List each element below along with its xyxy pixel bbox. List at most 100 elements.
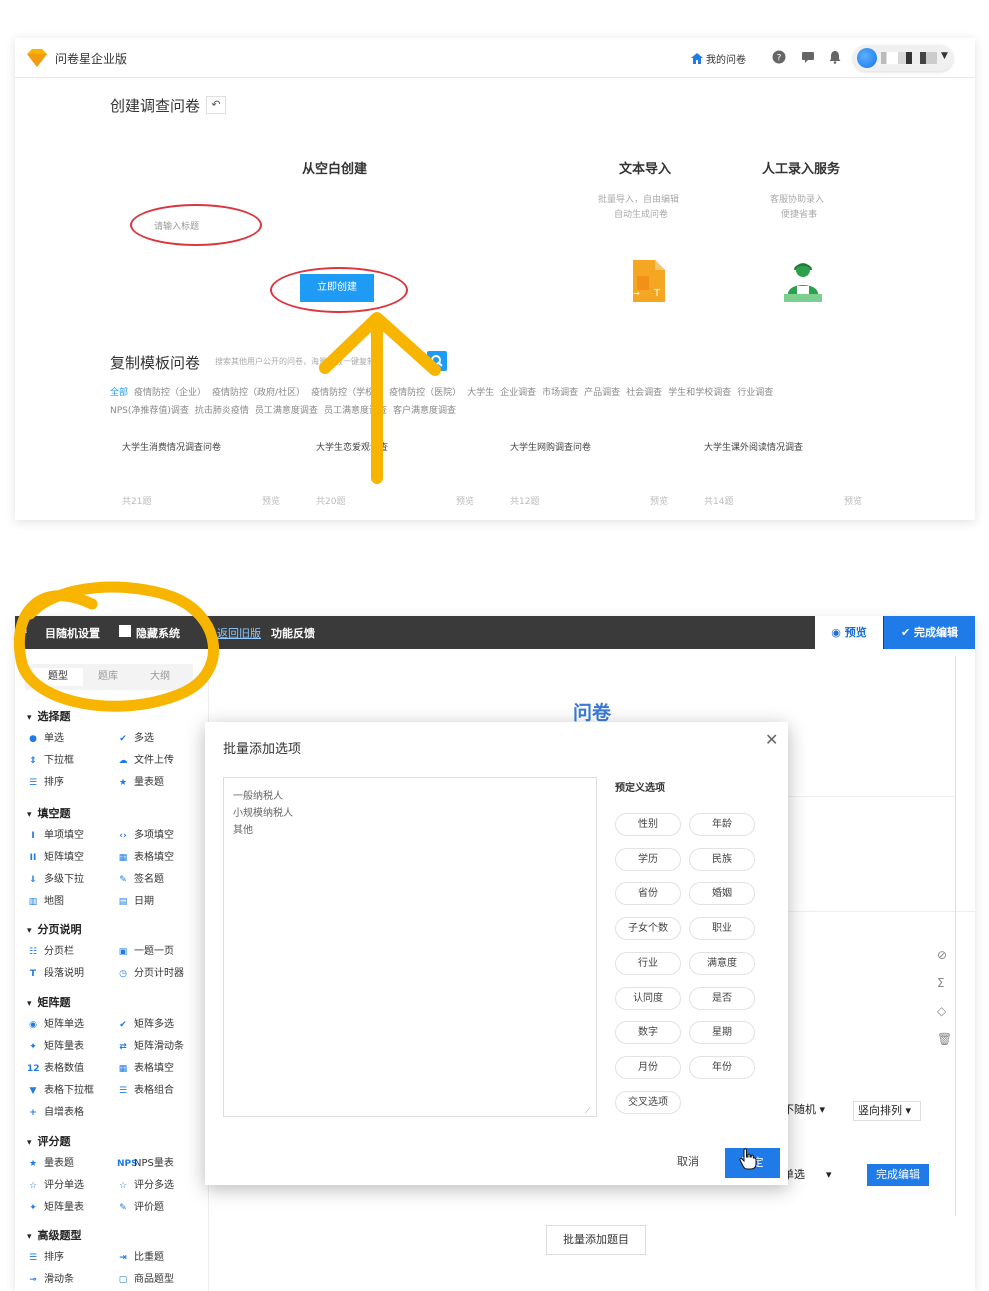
section-heading[interactable]: 高级题型 bbox=[27, 1227, 82, 1243]
category-5[interactable]: 大学生 bbox=[467, 388, 494, 398]
question-type-item[interactable]: ▣ 一题一页 bbox=[117, 942, 174, 957]
resize-grip-icon[interactable]: ⟋ bbox=[585, 1106, 593, 1115]
question-type-item[interactable]: ⇓ 多级下拉 bbox=[27, 870, 84, 885]
create-now-button[interactable]: 立即创建 bbox=[300, 274, 374, 302]
category-10[interactable]: 学生和学校调查 bbox=[668, 388, 731, 398]
question-type-item[interactable]: ⊸ 滑动条 bbox=[27, 1270, 74, 1285]
title-input[interactable]: 请输入标题 bbox=[130, 204, 262, 246]
predefined-option-chip[interactable]: 职业 bbox=[689, 917, 755, 941]
trash-icon[interactable]: 🗑 bbox=[937, 1032, 952, 1046]
question-type-item[interactable]: ★ 量表题 bbox=[117, 773, 164, 788]
category-0[interactable]: 全部 bbox=[110, 388, 128, 398]
question-type-item[interactable]: ▢ 商品题型 bbox=[117, 1270, 174, 1285]
section-heading[interactable]: 分页说明 bbox=[27, 921, 82, 937]
options-textarea[interactable]: 一般纳税人 小规模纳税人 其他 bbox=[223, 777, 597, 1117]
brand-diamond-icon[interactable] bbox=[27, 49, 47, 67]
batch-add-questions-button[interactable]: 批量添加题目 bbox=[546, 1225, 646, 1255]
brand-name[interactable]: 问卷星企业版 bbox=[55, 50, 127, 67]
bell-icon[interactable] bbox=[828, 50, 842, 64]
tag-icon[interactable]: ◇ bbox=[937, 1004, 951, 1018]
section-heading[interactable]: 填空题 bbox=[27, 805, 71, 821]
question-type-item[interactable]: ▥ 地图 bbox=[27, 892, 64, 907]
question-type-item[interactable]: ☰ 表格组合 bbox=[117, 1081, 174, 1096]
question-type-item[interactable]: ◷ 分页计时器 bbox=[117, 964, 184, 979]
category-0[interactable]: NPS(净推荐值)调查 bbox=[110, 406, 189, 416]
template-card[interactable]: 大学生网购调查问卷 共12题 预览 bbox=[498, 436, 678, 508]
question-type-item[interactable]: ⇄ 矩阵滑动条 bbox=[117, 1037, 184, 1052]
manual-entry-title[interactable]: 人工录入服务 bbox=[762, 158, 840, 177]
question-type-item[interactable]: ▼ 表格下拉框 bbox=[27, 1081, 94, 1096]
question-type-item[interactable]: ▦ 表格填空 bbox=[117, 848, 174, 863]
arrange-select[interactable]: 竖向排列 ▾ bbox=[853, 1101, 921, 1121]
template-card[interactable]: 大学生消费情况调查问卷 共21题 预览 bbox=[110, 436, 290, 508]
predefined-option-chip[interactable]: 认同度 bbox=[615, 986, 681, 1010]
category-1[interactable]: 疫情防控（企业） bbox=[134, 388, 206, 398]
help-icon[interactable]: ? bbox=[772, 50, 786, 64]
question-type-item[interactable]: 12 表格数值 bbox=[27, 1059, 84, 1074]
customer-service-icon[interactable] bbox=[782, 260, 824, 304]
question-type-item[interactable]: ✔ 多选 bbox=[117, 729, 154, 744]
document-import-icon[interactable]: T → bbox=[629, 260, 667, 304]
question-type-item[interactable]: ☁ 文件上传 bbox=[117, 751, 175, 766]
predefined-option-chip[interactable]: 子女个数 bbox=[615, 917, 681, 941]
question-type-item[interactable]: ☆ 评分多选 bbox=[117, 1176, 174, 1191]
my-survey-link[interactable]: 我的问卷 bbox=[691, 51, 746, 66]
template-card[interactable]: 大学生课外阅读情况调查 共14题 预览 bbox=[692, 436, 872, 508]
question-type-item[interactable]: ✦ 矩阵量表 bbox=[27, 1198, 84, 1213]
question-type-item[interactable]: II 矩阵填空 bbox=[27, 848, 84, 863]
question-type-item[interactable]: ✎ 评价题 bbox=[117, 1198, 164, 1213]
predefined-option-chip[interactable]: 年份 bbox=[689, 1055, 755, 1079]
section-heading[interactable]: 评分题 bbox=[27, 1133, 71, 1149]
question-type-item[interactable]: I 单项填空 bbox=[27, 826, 84, 841]
category-11[interactable]: 行业调查 bbox=[737, 388, 773, 398]
predefined-option-chip[interactable]: 年龄 bbox=[689, 813, 755, 836]
question-type-item[interactable]: ● 单选 bbox=[27, 729, 64, 744]
category-2[interactable]: 疫情防控（政府/社区） bbox=[212, 388, 305, 398]
question-type-item[interactable]: ◉ 矩阵单选 bbox=[27, 1015, 84, 1030]
cancel-button[interactable]: 取消 bbox=[677, 1153, 699, 1169]
predefined-option-chip[interactable]: 民族 bbox=[689, 847, 755, 871]
undo-icon[interactable]: ↶ bbox=[206, 96, 226, 114]
question-type-item[interactable]: ‹› 多项填空 bbox=[117, 826, 174, 841]
hide-icon[interactable]: ⊘ bbox=[937, 948, 951, 962]
question-type-select[interactable]: 单选 ▾ bbox=[783, 1164, 857, 1186]
predefined-option-chip[interactable]: 行业 bbox=[615, 951, 681, 975]
question-type-item[interactable]: NPSNPS量表 bbox=[117, 1154, 174, 1169]
predefined-option-chip[interactable]: 月份 bbox=[615, 1055, 681, 1079]
question-type-item[interactable]: ☰ 排序 bbox=[27, 1248, 64, 1263]
section-heading[interactable]: 矩阵题 bbox=[27, 994, 71, 1010]
preview-button[interactable]: ◉ 预览 bbox=[815, 616, 883, 649]
text-import-title[interactable]: 文本导入 bbox=[619, 158, 671, 177]
predefined-option-chip[interactable]: 数字 bbox=[615, 1021, 681, 1045]
predefined-option-chip[interactable]: 婚姻 bbox=[689, 882, 755, 906]
question-type-item[interactable]: ✔ 矩阵多选 bbox=[117, 1015, 174, 1030]
question-type-item[interactable]: ☷ 分页栏 bbox=[27, 942, 74, 957]
question-type-item[interactable]: ☰ 排序 bbox=[27, 773, 64, 788]
question-type-item[interactable]: T 段落说明 bbox=[27, 964, 84, 979]
predefined-option-chip[interactable]: 满意度 bbox=[689, 951, 755, 975]
predefined-option-chip[interactable]: 星期 bbox=[689, 1021, 755, 1045]
finish-edit-button[interactable]: ✔ 完成编辑 bbox=[884, 616, 975, 649]
category-9[interactable]: 社会调查 bbox=[626, 388, 662, 398]
question-type-item[interactable]: ▤ 日期 bbox=[117, 892, 154, 907]
predefined-option-chip[interactable]: 省份 bbox=[615, 882, 681, 906]
question-type-item[interactable]: ☆ 评分单选 bbox=[27, 1176, 84, 1191]
predefined-option-chip[interactable]: 交叉选项 bbox=[615, 1090, 681, 1114]
category-6[interactable]: 企业调查 bbox=[500, 388, 536, 398]
feedback-link[interactable]: 功能反馈 bbox=[271, 625, 315, 641]
survey-title[interactable]: 问卷 bbox=[573, 698, 611, 725]
user-menu[interactable]: ▼ bbox=[853, 45, 953, 71]
category-7[interactable]: 市场调查 bbox=[542, 388, 578, 398]
question-type-item[interactable]: ▦ 表格填空 bbox=[117, 1059, 174, 1074]
question-type-item[interactable]: ✎ 签名题 bbox=[117, 870, 164, 885]
finish-edit-button[interactable]: 完成编辑 bbox=[867, 1164, 929, 1186]
message-icon[interactable] bbox=[801, 50, 815, 64]
question-type-item[interactable]: ✦ 矩阵量表 bbox=[27, 1037, 84, 1052]
question-type-item[interactable]: ⇥ 比重题 bbox=[117, 1248, 164, 1263]
close-icon[interactable]: ✕ bbox=[765, 730, 778, 749]
question-type-item[interactable]: + 自增表格 bbox=[27, 1103, 84, 1118]
random-select[interactable]: 不随机 ▾ bbox=[783, 1101, 845, 1121]
question-type-item[interactable]: ★ 量表题 bbox=[27, 1154, 74, 1169]
category-1[interactable]: 抗击肺炎疫情 bbox=[195, 406, 249, 416]
sum-icon[interactable]: Σ bbox=[937, 976, 951, 990]
